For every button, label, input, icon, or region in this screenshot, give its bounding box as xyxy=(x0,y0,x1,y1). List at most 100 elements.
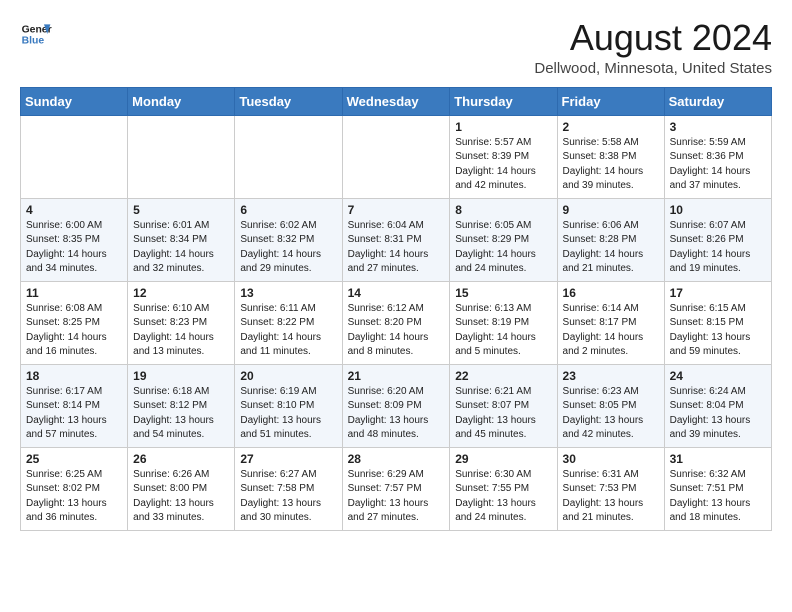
day-info: Sunrise: 6:17 AMSunset: 8:14 PMDaylight:… xyxy=(26,385,122,443)
day-info: Sunrise: 6:06 AMSunset: 8:28 PMDaylight:… xyxy=(563,219,659,277)
day-info: Sunrise: 6:24 AMSunset: 8:04 PMDaylight:… xyxy=(670,385,766,443)
calendar-header-row: SundayMondayTuesdayWednesdayThursdayFrid… xyxy=(21,87,772,115)
day-info: Sunrise: 6:21 AMSunset: 8:07 PMDaylight:… xyxy=(455,385,551,443)
day-number: 10 xyxy=(670,203,766,217)
day-info: Sunrise: 6:18 AMSunset: 8:12 PMDaylight:… xyxy=(133,385,229,443)
header: General Blue August 2024 Dellwood, Minne… xyxy=(20,18,772,77)
day-info: Sunrise: 6:08 AMSunset: 8:25 PMDaylight:… xyxy=(26,302,122,360)
day-info: Sunrise: 6:23 AMSunset: 8:05 PMDaylight:… xyxy=(563,385,659,443)
calendar-week-row: 4Sunrise: 6:00 AMSunset: 8:35 PMDaylight… xyxy=(21,198,772,281)
col-header-monday: Monday xyxy=(128,87,235,115)
day-number: 31 xyxy=(670,452,766,466)
col-header-saturday: Saturday xyxy=(664,87,771,115)
calendar-cell: 9 Sunrise: 6:06 AMSunset: 8:28 PMDaylight… xyxy=(557,198,664,281)
calendar-cell: 22Sunrise: 6:21 AMSunset: 8:07 PMDayligh… xyxy=(450,364,557,447)
day-number: 5 xyxy=(133,203,229,217)
calendar-week-row: 18 Sunrise: 6:17 AMSunset: 8:14 PMDayligh… xyxy=(21,364,772,447)
calendar-cell: 5 Sunrise: 6:01 AMSunset: 8:34 PMDaylight… xyxy=(128,198,235,281)
day-number: 21 xyxy=(348,369,445,383)
day-info: Sunrise: 6:30 AMSunset: 7:55 PMDaylight:… xyxy=(455,468,551,526)
calendar-cell: 20 Sunrise: 6:19 AMSunset: 8:10 PMDayligh… xyxy=(235,364,342,447)
calendar-cell xyxy=(235,115,342,198)
calendar-cell: 10 Sunrise: 6:07 AMSunset: 8:26 PMDayligh… xyxy=(664,198,771,281)
day-info: Sunrise: 5:58 AMSunset: 8:38 PMDaylight:… xyxy=(563,136,659,194)
day-number: 18 xyxy=(26,369,122,383)
calendar-cell xyxy=(21,115,128,198)
day-number: 2 xyxy=(563,120,659,134)
day-info: Sunrise: 6:19 AMSunset: 8:10 PMDaylight:… xyxy=(240,385,336,443)
day-info: Sunrise: 6:07 AMSunset: 8:26 PMDaylight:… xyxy=(670,219,766,277)
calendar-cell: 29 Sunrise: 6:30 AMSunset: 7:55 PMDayligh… xyxy=(450,447,557,530)
day-info: Sunrise: 5:59 AMSunset: 8:36 PMDaylight:… xyxy=(670,136,766,194)
calendar-cell: 19 Sunrise: 6:18 AMSunset: 8:12 PMDayligh… xyxy=(128,364,235,447)
day-info: Sunrise: 6:05 AMSunset: 8:29 PMDaylight:… xyxy=(455,219,551,277)
main-title: August 2024 xyxy=(534,18,772,58)
logo: General Blue xyxy=(20,18,52,50)
calendar-cell: 23 Sunrise: 6:23 AMSunset: 8:05 PMDayligh… xyxy=(557,364,664,447)
day-number: 15 xyxy=(455,286,551,300)
day-info: Sunrise: 6:14 AMSunset: 8:17 PMDaylight:… xyxy=(563,302,659,360)
calendar-cell: 26Sunrise: 6:26 AMSunset: 8:00 PMDayligh… xyxy=(128,447,235,530)
calendar-cell: 31Sunrise: 6:32 AMSunset: 7:51 PMDayligh… xyxy=(664,447,771,530)
day-number: 14 xyxy=(348,286,445,300)
calendar-cell: 4Sunrise: 6:00 AMSunset: 8:35 PMDaylight… xyxy=(21,198,128,281)
calendar-cell: 15 Sunrise: 6:13 AMSunset: 8:19 PMDayligh… xyxy=(450,281,557,364)
col-header-thursday: Thursday xyxy=(450,87,557,115)
day-number: 4 xyxy=(26,203,122,217)
calendar-cell: 3 Sunrise: 5:59 AMSunset: 8:36 PMDaylight… xyxy=(664,115,771,198)
day-number: 1 xyxy=(455,120,551,134)
day-info: Sunrise: 6:15 AMSunset: 8:15 PMDaylight:… xyxy=(670,302,766,360)
day-number: 9 xyxy=(563,203,659,217)
day-number: 24 xyxy=(670,369,766,383)
day-number: 13 xyxy=(240,286,336,300)
day-info: Sunrise: 6:12 AMSunset: 8:20 PMDaylight:… xyxy=(348,302,445,360)
calendar-cell: 18 Sunrise: 6:17 AMSunset: 8:14 PMDayligh… xyxy=(21,364,128,447)
day-number: 7 xyxy=(348,203,445,217)
calendar-table: SundayMondayTuesdayWednesdayThursdayFrid… xyxy=(20,87,772,531)
day-number: 29 xyxy=(455,452,551,466)
calendar-cell xyxy=(342,115,450,198)
calendar-cell: 24 Sunrise: 6:24 AMSunset: 8:04 PMDayligh… xyxy=(664,364,771,447)
calendar-cell: 2 Sunrise: 5:58 AMSunset: 8:38 PMDaylight… xyxy=(557,115,664,198)
calendar-cell: 6Sunrise: 6:02 AMSunset: 8:32 PMDaylight… xyxy=(235,198,342,281)
day-number: 30 xyxy=(563,452,659,466)
day-info: Sunrise: 6:04 AMSunset: 8:31 PMDaylight:… xyxy=(348,219,445,277)
calendar-cell: 1 Sunrise: 5:57 AMSunset: 8:39 PMDaylight… xyxy=(450,115,557,198)
day-info: Sunrise: 6:31 AMSunset: 7:53 PMDaylight:… xyxy=(563,468,659,526)
day-info: Sunrise: 6:20 AMSunset: 8:09 PMDaylight:… xyxy=(348,385,445,443)
calendar-cell xyxy=(128,115,235,198)
day-info: Sunrise: 6:27 AMSunset: 7:58 PMDaylight:… xyxy=(240,468,336,526)
calendar-cell: 16Sunrise: 6:14 AMSunset: 8:17 PMDayligh… xyxy=(557,281,664,364)
day-number: 23 xyxy=(563,369,659,383)
page: General Blue August 2024 Dellwood, Minne… xyxy=(0,0,792,549)
day-number: 17 xyxy=(670,286,766,300)
calendar-cell: 21 Sunrise: 6:20 AMSunset: 8:09 PMDayligh… xyxy=(342,364,450,447)
day-number: 11 xyxy=(26,286,122,300)
calendar-cell: 14 Sunrise: 6:12 AMSunset: 8:20 PMDayligh… xyxy=(342,281,450,364)
day-number: 6 xyxy=(240,203,336,217)
day-number: 3 xyxy=(670,120,766,134)
subtitle: Dellwood, Minnesota, United States xyxy=(534,60,772,77)
day-info: Sunrise: 6:26 AMSunset: 8:00 PMDaylight:… xyxy=(133,468,229,526)
day-info: Sunrise: 6:13 AMSunset: 8:19 PMDaylight:… xyxy=(455,302,551,360)
calendar-cell: 30 Sunrise: 6:31 AMSunset: 7:53 PMDayligh… xyxy=(557,447,664,530)
day-number: 25 xyxy=(26,452,122,466)
day-number: 20 xyxy=(240,369,336,383)
col-header-wednesday: Wednesday xyxy=(342,87,450,115)
day-number: 12 xyxy=(133,286,229,300)
day-number: 27 xyxy=(240,452,336,466)
title-block: August 2024 Dellwood, Minnesota, United … xyxy=(534,18,772,77)
calendar-cell: 11 Sunrise: 6:08 AMSunset: 8:25 PMDayligh… xyxy=(21,281,128,364)
calendar-cell: 27 Sunrise: 6:27 AMSunset: 7:58 PMDayligh… xyxy=(235,447,342,530)
day-number: 28 xyxy=(348,452,445,466)
day-number: 8 xyxy=(455,203,551,217)
day-info: Sunrise: 6:01 AMSunset: 8:34 PMDaylight:… xyxy=(133,219,229,277)
day-info: Sunrise: 5:57 AMSunset: 8:39 PMDaylight:… xyxy=(455,136,551,194)
day-number: 19 xyxy=(133,369,229,383)
calendar-cell: 17 Sunrise: 6:15 AMSunset: 8:15 PMDayligh… xyxy=(664,281,771,364)
calendar-cell: 28Sunrise: 6:29 AMSunset: 7:57 PMDayligh… xyxy=(342,447,450,530)
calendar-week-row: 1 Sunrise: 5:57 AMSunset: 8:39 PMDaylight… xyxy=(21,115,772,198)
calendar-cell: 12 Sunrise: 6:10 AMSunset: 8:23 PMDayligh… xyxy=(128,281,235,364)
calendar-cell: 25Sunrise: 6:25 AMSunset: 8:02 PMDayligh… xyxy=(21,447,128,530)
day-info: Sunrise: 6:10 AMSunset: 8:23 PMDaylight:… xyxy=(133,302,229,360)
